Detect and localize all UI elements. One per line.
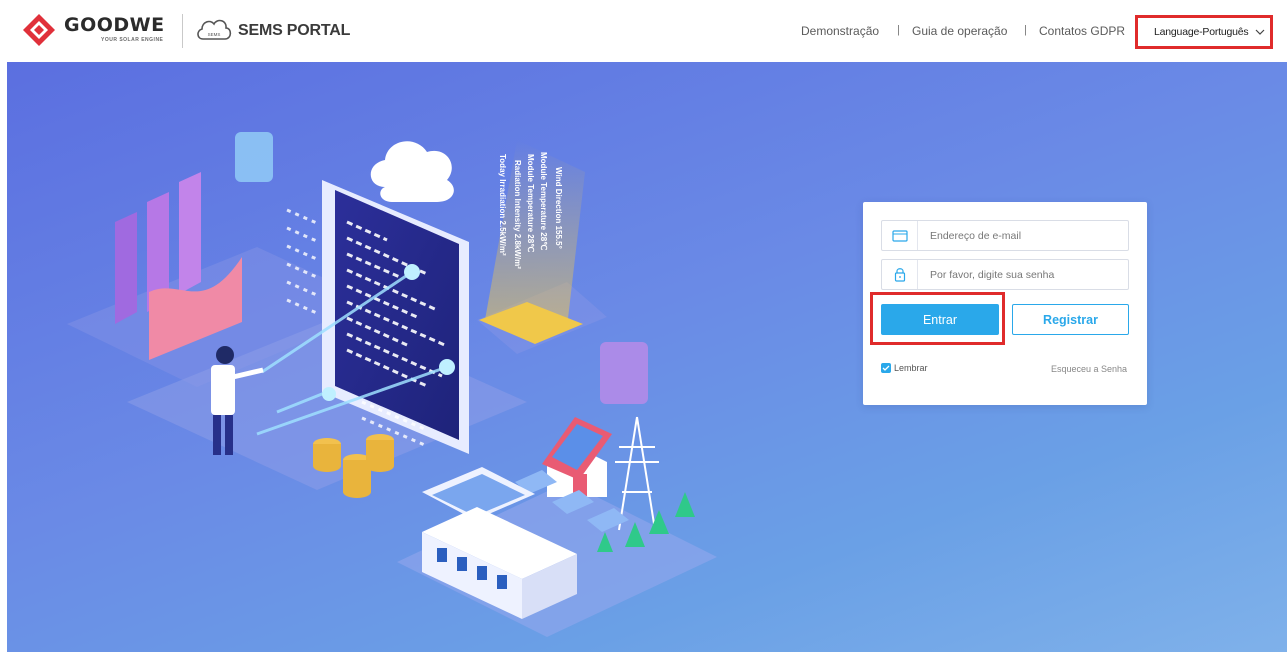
weather-line: Module Temperature 28℃ <box>539 152 548 250</box>
nav-gdpr-link[interactable]: Contatos GDPR <box>1039 24 1125 38</box>
glow-node <box>439 359 455 375</box>
glow-node <box>322 387 336 401</box>
remember-label: Lembrar <box>894 363 928 373</box>
portal-name: SEMS PORTAL <box>238 22 351 39</box>
nav-separator: | <box>1024 24 1027 36</box>
floating-cube-blue <box>235 132 273 182</box>
password-field[interactable] <box>881 259 1129 290</box>
pylon-illustration <box>615 416 659 531</box>
house-illustration <box>542 417 612 497</box>
brand-name: GOODWE <box>64 14 165 36</box>
brand-block: GOODWE YOUR SOLAR ENGINE <box>64 14 165 43</box>
nav-guide-link[interactable]: Guia de operação <box>912 24 1007 38</box>
brand-tagline: YOUR SOLAR ENGINE <box>101 37 164 43</box>
sems-cloud-icon: SEMS <box>197 19 232 40</box>
password-input[interactable] <box>918 261 1118 288</box>
weather-line: Today Irradiation 2.5kW/m² <box>498 154 507 256</box>
weather-line: Radiation Intensity 2.8kW/m² <box>513 160 522 269</box>
header-divider <box>182 14 183 48</box>
checkbox-checked-icon[interactable] <box>881 363 891 373</box>
register-button[interactable]: Registrar <box>1012 304 1129 335</box>
login-button[interactable]: Entrar <box>881 304 999 335</box>
chevron-down-icon <box>1256 29 1265 35</box>
top-header: GOODWE YOUR SOLAR ENGINE SEMS SEMS PORTA… <box>0 0 1287 62</box>
remember-checkbox[interactable]: Lembrar <box>881 363 928 373</box>
glow-node <box>404 264 420 280</box>
card-icon <box>882 221 918 250</box>
forgot-password-link[interactable]: Esqueceu a Senha <box>1051 364 1127 374</box>
email-input[interactable] <box>918 222 1118 249</box>
weather-line: Module Temperature 28℃ <box>526 154 535 252</box>
floating-cube-purple <box>600 342 648 404</box>
weather-line: Wind Direction 155.5° <box>554 167 563 249</box>
language-label: Language-Português <box>1154 26 1249 38</box>
language-selector[interactable]: Language-Português <box>1135 15 1273 49</box>
cloud-badge-text: SEMS <box>208 32 221 37</box>
lock-icon <box>882 260 918 289</box>
email-field[interactable] <box>881 220 1129 251</box>
cloud-illustration <box>370 141 454 202</box>
goodwe-logo-icon[interactable] <box>21 12 57 48</box>
nav-demo-link[interactable]: Demonstração <box>801 24 879 38</box>
nav-separator: | <box>897 24 900 36</box>
